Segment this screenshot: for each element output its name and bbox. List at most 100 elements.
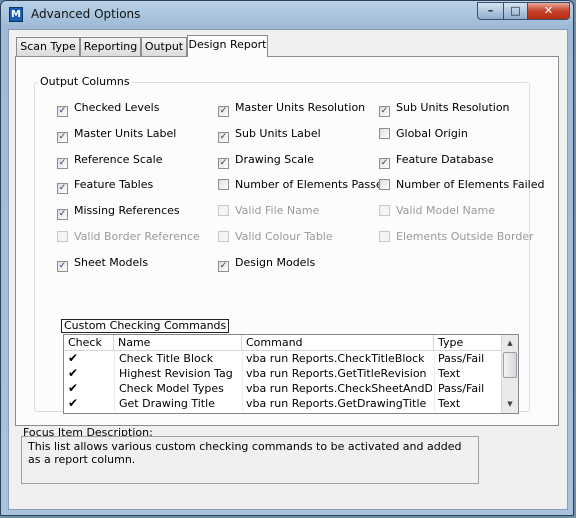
tab-output[interactable]: Output — [141, 37, 187, 56]
checkbox-label: Valid Colour Table — [235, 230, 333, 243]
checkbox-master-units-label[interactable]: ✓ Master Units Label — [57, 127, 176, 143]
row-name: Highest Revision Tag — [119, 367, 233, 380]
checkbox-reference-scale[interactable]: ✓ Reference Scale — [57, 153, 162, 169]
tab-reporting[interactable]: Reporting — [80, 37, 141, 56]
checkbox-checked-levels[interactable]: ✓ Checked Levels — [57, 101, 159, 117]
row-name: Get Drawing Title — [119, 397, 215, 410]
checkbox-label: Feature Tables — [74, 178, 154, 191]
dialog-client-area: Scan Type Reporting Output Design Report… — [8, 29, 568, 510]
checkbox-label: Checked Levels — [74, 101, 160, 114]
checkbox-drawing-scale[interactable]: ✓ Drawing Scale — [218, 153, 314, 169]
checkbox-elements-outside-border: Elements Outside Border — [379, 230, 534, 246]
checkbox-box[interactable]: ✓ — [57, 106, 68, 117]
checkbox-label: Sub Units Resolution — [396, 101, 510, 114]
checkbox-master-units-resolution[interactable]: ✓ Master Units Resolution — [218, 101, 365, 117]
advanced-options-window: M Advanced Options – □ ✕ Scan Type Repor… — [0, 0, 574, 516]
table-row[interactable]: ✔ Get Drawing Title vba run Reports.GetDra… — [64, 396, 502, 411]
row-name: Check Title Block — [119, 352, 214, 365]
checkbox-box — [218, 205, 229, 216]
close-button[interactable]: ✕ — [527, 2, 570, 20]
column-header-command[interactable]: Command — [242, 335, 434, 351]
maximize-button[interactable]: □ — [503, 2, 528, 20]
checkbox-label: Reference Scale — [74, 153, 163, 166]
checkbox-box — [218, 231, 229, 242]
checkbox-box[interactable]: ✓ — [379, 106, 390, 117]
row-command: vba run Reports.CheckTitleBlock — [246, 352, 425, 365]
checkbox-label: Design Models — [235, 256, 316, 269]
scroll-up-arrow-icon[interactable]: ▲ — [503, 336, 517, 351]
checkbox-label: Valid File Name — [235, 204, 320, 217]
checkbox-label: Valid Model Name — [396, 204, 495, 217]
checkbox-label: Number of Elements Passed — [235, 178, 390, 191]
checkbox-box[interactable]: ✓ — [57, 183, 68, 194]
custom-commands-table[interactable]: Check Name Command Type ✔ Check Title Blo… — [63, 334, 519, 414]
check-mark-icon: ✔ — [68, 381, 79, 395]
column-header-check[interactable]: Check — [64, 335, 114, 351]
checkbox-label: Elements Outside Border — [396, 230, 534, 243]
checkbox-box[interactable]: ✓ — [57, 261, 68, 272]
checkbox-design-models[interactable]: ✓ Design Models — [218, 256, 315, 272]
scroll-down-arrow-icon[interactable]: ▼ — [503, 397, 517, 412]
tab-scan-type[interactable]: Scan Type — [16, 37, 80, 56]
minimize-button[interactable]: – — [477, 2, 504, 20]
checkbox-box[interactable]: ✓ — [57, 132, 68, 143]
design-report-panel: Output Columns ✓ Checked Levels ✓ Master Un… — [15, 56, 559, 426]
checkbox-label: Feature Database — [396, 153, 494, 166]
checkbox-valid-model-name: Valid Model Name — [379, 204, 495, 220]
tab-design-report[interactable]: Design Report — [187, 35, 268, 57]
checkbox-box[interactable]: ✓ — [218, 106, 229, 117]
checkbox-box[interactable]: ✓ — [57, 209, 68, 220]
row-command: vba run Reports.GetDrawingTitle — [246, 397, 427, 410]
checkbox-label: Sheet Models — [74, 256, 149, 269]
column-header-name[interactable]: Name — [114, 335, 242, 351]
checkbox-box[interactable]: ✓ — [218, 132, 229, 143]
app-icon: M — [9, 7, 23, 22]
row-command: vba run Reports.CheckSheetAndDesign — [246, 382, 432, 395]
column-header-type[interactable]: Type — [434, 335, 502, 351]
checkbox-box[interactable]: ✓ — [218, 261, 229, 272]
custom-checking-commands-label: Custom Checking Commands — [61, 319, 230, 333]
row-command: vba run Reports.GetTitleRevision — [246, 367, 427, 380]
row-type: Text — [438, 397, 461, 410]
checkbox-label: Global Origin — [396, 127, 468, 140]
checkbox-number-of-elements-failed[interactable]: Number of Elements Failed — [379, 178, 544, 194]
table-row[interactable]: ✔ Check Title Block vba run Reports.CheckT… — [64, 351, 502, 366]
check-mark-icon: ✔ — [68, 351, 79, 365]
checkbox-number-of-elements-passed[interactable]: Number of Elements Passed — [218, 178, 390, 194]
checkbox-feature-tables[interactable]: ✓ Feature Tables — [57, 178, 153, 194]
checkbox-label: Sub Units Label — [235, 127, 321, 140]
checkbox-missing-references[interactable]: ✓ Missing References — [57, 204, 180, 220]
checkbox-label: Drawing Scale — [235, 153, 314, 166]
row-type: Pass/Fail — [438, 352, 485, 365]
checkbox-valid-border-reference: Valid Border Reference — [57, 230, 200, 246]
focus-item-description-box: This list allows various custom checking… — [21, 436, 479, 484]
checkbox-label: Missing References — [74, 204, 180, 217]
checkbox-label: Master Units Resolution — [235, 101, 366, 114]
title-bar[interactable]: M Advanced Options – □ ✕ — [1, 1, 573, 29]
checkbox-box[interactable]: ✓ — [379, 158, 390, 169]
checkbox-label: Number of Elements Failed — [396, 178, 545, 191]
row-name: Check Model Types — [119, 382, 224, 395]
scroll-thumb[interactable] — [503, 352, 517, 378]
table-row[interactable]: ✔ Highest Revision Tag vba run Reports.Get… — [64, 366, 502, 381]
check-mark-icon: ✔ — [68, 396, 79, 410]
checkbox-valid-file-name: Valid File Name — [218, 204, 319, 220]
checkbox-sub-units-label[interactable]: ✓ Sub Units Label — [218, 127, 321, 143]
checkbox-box[interactable] — [379, 128, 390, 139]
checkbox-box[interactable]: ✓ — [218, 158, 229, 169]
checkbox-box[interactable] — [218, 179, 229, 190]
checkbox-box[interactable] — [379, 179, 390, 190]
checkbox-sheet-models[interactable]: ✓ Sheet Models — [57, 256, 148, 272]
checkbox-valid-colour-table: Valid Colour Table — [218, 230, 333, 246]
checkbox-feature-database[interactable]: ✓ Feature Database — [379, 153, 494, 169]
window-title: Advanced Options — [31, 7, 141, 21]
checkbox-label: Valid Border Reference — [74, 230, 200, 243]
vertical-scrollbar[interactable]: ▲ ▼ — [501, 335, 518, 413]
table-row[interactable]: ✔ Check Model Types vba run Reports.CheckS… — [64, 381, 502, 396]
checkbox-box — [379, 205, 390, 216]
checkbox-box[interactable]: ✓ — [57, 158, 68, 169]
checkbox-sub-units-resolution[interactable]: ✓ Sub Units Resolution — [379, 101, 510, 117]
row-type: Text — [438, 367, 461, 380]
checkbox-box — [57, 231, 68, 242]
checkbox-global-origin[interactable]: Global Origin — [379, 127, 468, 143]
